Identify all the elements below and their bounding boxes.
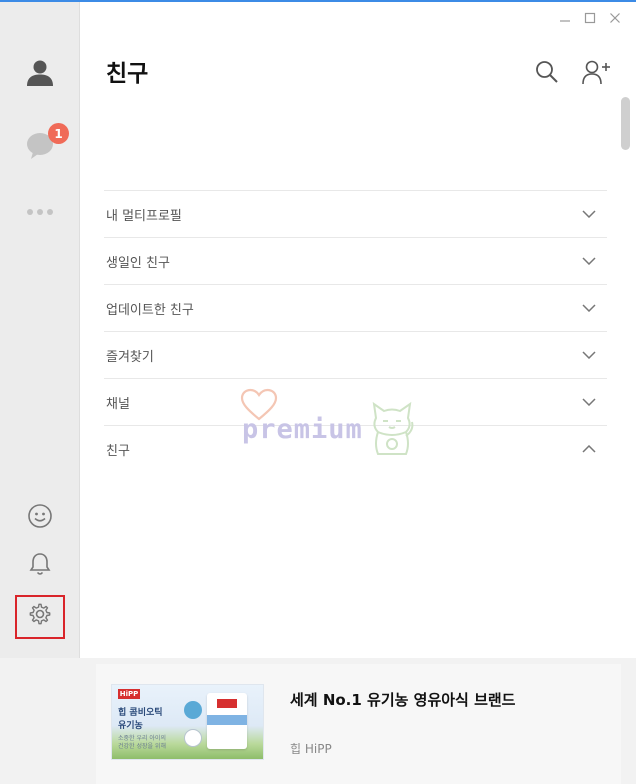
chevron-down-icon[interactable] (579, 251, 599, 271)
ad-image-line1: 힙 콤비오틱 (118, 708, 163, 718)
section-updated-friends[interactable]: 업데이트한 친구 (104, 284, 607, 331)
section-my-multiprofile[interactable]: 내 멀티프로필 (104, 190, 607, 237)
section-label: 생일인 친구 (106, 255, 170, 271)
section-label: 친구 (106, 443, 130, 459)
bell-icon[interactable] (20, 544, 60, 584)
chevron-down-icon[interactable] (579, 298, 599, 318)
section-label: 채널 (106, 396, 130, 412)
close-icon[interactable] (604, 8, 626, 28)
section-label: 내 멀티프로필 (106, 208, 182, 224)
ad-title[interactable]: 세계 No.1 유기농 영유아식 브랜드 (290, 689, 530, 711)
box-stripe (207, 715, 247, 725)
window-top-border (0, 0, 636, 2)
person-icon[interactable] (20, 52, 60, 92)
chevron-down-icon[interactable] (579, 204, 599, 224)
settings-highlight-box (15, 595, 65, 639)
add-friend-icon[interactable] (580, 56, 612, 88)
section-favorites[interactable]: 즐겨찾기 (104, 331, 607, 378)
section-label: 업데이트한 친구 (106, 302, 194, 318)
ad-badge-icon (184, 701, 202, 719)
more-dots-icon[interactable] (20, 192, 60, 232)
scrollbar-thumb[interactable] (621, 97, 630, 150)
chevron-down-icon[interactable] (579, 345, 599, 365)
watermark-cat-icon (366, 400, 418, 462)
ad-brand: 힙 HiPP (290, 742, 332, 756)
ad-image-line2: 유기농 (118, 721, 143, 731)
smiley-icon[interactable] (20, 496, 60, 536)
hipp-logo: HiPP (118, 689, 140, 699)
section-birthday-friends[interactable]: 생일인 친구 (104, 237, 607, 284)
watermark-text: premium (242, 414, 363, 445)
maximize-icon[interactable] (579, 8, 601, 28)
section-label: 즐겨찾기 (106, 349, 154, 365)
chevron-up-icon[interactable] (579, 439, 599, 459)
ad-image-line4: 건강한 성장을 위해 (118, 743, 166, 750)
ad-banner[interactable] (0, 658, 636, 784)
minimize-icon[interactable] (554, 8, 576, 28)
formula-box-image (207, 693, 247, 749)
chevron-down-icon[interactable] (579, 392, 599, 412)
ad-baby-icon (184, 729, 202, 747)
page-title: 친구 (106, 61, 149, 87)
sidebar: 1 (0, 2, 80, 658)
ad-image[interactable]: HiPP 힙 콤비오틱 유기농 소중한 우리 아이의 건강한 성장을 위해 (111, 684, 264, 760)
box-logo (217, 699, 237, 708)
search-icon[interactable] (531, 56, 563, 88)
unread-badge: 1 (48, 123, 69, 144)
